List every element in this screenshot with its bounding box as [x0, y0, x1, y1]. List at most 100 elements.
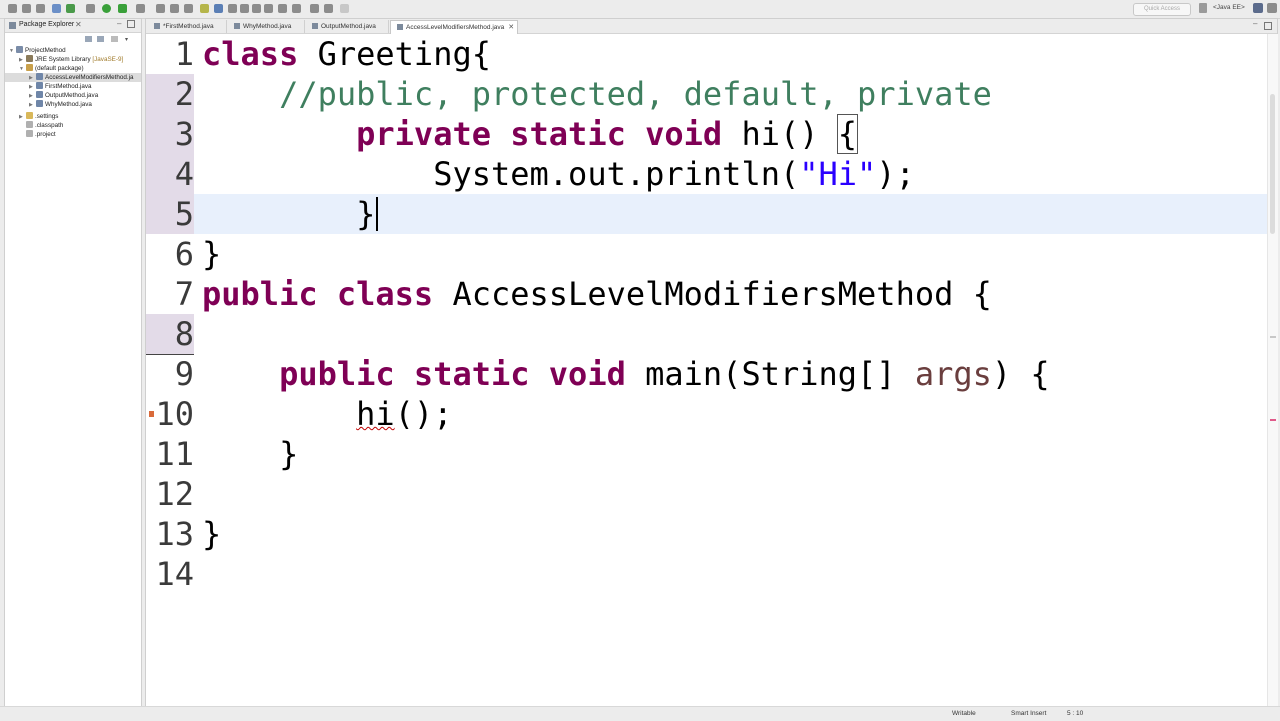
code-line[interactable]: 9 public static void main(String[] args)…: [146, 354, 1267, 394]
external-tools-icon[interactable]: [66, 4, 75, 13]
quick-access-input[interactable]: Quick Access: [1133, 3, 1191, 16]
collapsed-icon[interactable]: ▶: [29, 101, 36, 110]
pilcrow-icon[interactable]: [264, 4, 273, 13]
minimize-icon[interactable]: –: [117, 19, 121, 28]
tree-item-default-package[interactable]: ▼ (default package): [19, 64, 84, 73]
tree-item-accesslevel[interactable]: ▶ AccessLevelModifiersMethod.ja: [5, 73, 141, 82]
code-line[interactable]: 2 //public, protected, default, private: [146, 74, 1267, 114]
java-file-icon: [36, 100, 43, 107]
expanded-icon[interactable]: ▼: [9, 47, 16, 56]
new-java-icon[interactable]: [136, 4, 145, 13]
pin-icon[interactable]: [340, 4, 349, 13]
package-explorer-title[interactable]: Package Explorer: [19, 21, 74, 28]
code-line[interactable]: 6 }: [146, 234, 1267, 274]
tab-label: *FirstMethod.java: [163, 23, 214, 30]
overview-marker[interactable]: [1270, 336, 1276, 338]
tree-item-jre[interactable]: ▶ JRE System Library [JavaSE-9]: [19, 55, 123, 64]
close-tab-icon[interactable]: ✕: [508, 24, 514, 31]
java-ee-perspective-icon[interactable]: [1253, 3, 1263, 13]
toggle-breadcrumb-icon[interactable]: [228, 4, 237, 13]
new-icon[interactable]: [8, 4, 17, 13]
writable-status: Writable: [952, 710, 976, 717]
debug-icon[interactable]: [52, 4, 61, 13]
save-icon[interactable]: [22, 4, 31, 13]
error-overview-marker[interactable]: [1270, 419, 1276, 421]
whitespace-icon[interactable]: [252, 4, 261, 13]
close-icon[interactable]: ✕: [75, 20, 82, 29]
view-menu-icon[interactable]: ▾: [125, 36, 132, 43]
code-text[interactable]: public class AccessLevelModifiersMethod …: [202, 274, 992, 314]
code-editor[interactable]: 1 class Greeting{ 2 //public, protected,…: [146, 34, 1277, 707]
code-text[interactable]: class Greeting{: [202, 34, 491, 74]
code-text[interactable]: public static void main(String[] args) {: [202, 354, 1050, 394]
link-editor-icon[interactable]: [97, 36, 104, 42]
next-annotation-icon[interactable]: [278, 4, 287, 13]
code-line[interactable]: 13 }: [146, 514, 1267, 554]
code-text[interactable]: }: [202, 234, 221, 274]
annotation-icon[interactable]: [200, 4, 209, 13]
tab-outputmethod[interactable]: OutputMethod.java: [306, 20, 389, 33]
tab-firstmethod[interactable]: *FirstMethod.java: [148, 20, 227, 33]
code-line[interactable]: 11 }: [146, 434, 1267, 474]
tab-label: WhyMethod.java: [243, 23, 292, 30]
java-perspective-icon[interactable]: [1267, 3, 1277, 13]
error-underline[interactable]: hi: [356, 395, 395, 433]
code-text[interactable]: hi();: [202, 394, 452, 434]
block-select-icon[interactable]: [240, 4, 249, 13]
perspective-label[interactable]: <Java EE>: [1213, 4, 1245, 11]
debug-run-icon[interactable]: [86, 4, 95, 13]
open-perspective-icon[interactable]: [1199, 3, 1207, 13]
tree-item-project-file[interactable]: .project: [26, 130, 56, 139]
vertical-scrollbar[interactable]: [1267, 34, 1278, 707]
collapse-all-icon[interactable]: [85, 36, 92, 42]
code-line[interactable]: 1 class Greeting{: [146, 34, 1267, 74]
mark-occurrences-icon[interactable]: [214, 4, 223, 13]
current-code-line[interactable]: 5 }: [146, 194, 1267, 234]
minimize-icon[interactable]: –: [1253, 19, 1257, 28]
code-line[interactable]: 7 public class AccessLevelModifiersMetho…: [146, 274, 1267, 314]
code-text[interactable]: //public, protected, default, private: [202, 74, 992, 114]
search-icon[interactable]: [184, 4, 193, 13]
tab-whymethod[interactable]: WhyMethod.java: [228, 20, 305, 33]
code-text[interactable]: private static void hi() {: [202, 114, 859, 154]
code-text[interactable]: }: [202, 194, 379, 234]
run-icon[interactable]: [102, 4, 111, 13]
tab-label: AccessLevelModifiersMethod.java: [406, 24, 505, 31]
package-explorer-header: Package Explorer ✕ –: [5, 19, 141, 33]
code-text[interactable]: }: [202, 514, 221, 554]
collapsed-icon[interactable]: ▶: [19, 113, 26, 122]
coverage-icon[interactable]: [118, 4, 127, 13]
code-text[interactable]: }: [202, 434, 298, 474]
maximize-icon[interactable]: [127, 20, 135, 28]
tree-item-firstmethod[interactable]: ▶ FirstMethod.java: [29, 82, 92, 91]
line-number: 12: [155, 475, 194, 513]
code-line[interactable]: 14: [146, 554, 1267, 594]
java-file-icon: [36, 91, 43, 98]
code-text[interactable]: System.out.println("Hi");: [202, 154, 915, 194]
tree-item-label: OutputMethod.java: [45, 92, 99, 99]
java-file-icon: [397, 24, 403, 30]
maximize-icon[interactable]: [1264, 22, 1272, 30]
tree-item-settings[interactable]: ▶ .settings: [19, 112, 58, 121]
tree-item-whymethod[interactable]: ▶ WhyMethod.java: [29, 100, 92, 109]
code-line[interactable]: 4 System.out.println("Hi");: [146, 154, 1267, 194]
forward-icon[interactable]: [324, 4, 333, 13]
code-line[interactable]: 8: [146, 314, 1267, 355]
code-line[interactable]: 10 hi();: [146, 394, 1267, 434]
tools-icon[interactable]: [36, 4, 45, 13]
tree-item-label: .settings: [35, 113, 59, 120]
prev-annotation-icon[interactable]: [292, 4, 301, 13]
scrollbar-thumb[interactable]: [1270, 94, 1275, 234]
tree-item-outputmethod[interactable]: ▶ OutputMethod.java: [29, 91, 98, 100]
tree-item-classpath[interactable]: .classpath: [26, 121, 63, 130]
tree-item-label: (default package): [35, 65, 84, 72]
tree-item-project[interactable]: ▼ ProjectMethod: [9, 46, 66, 55]
open-type-icon[interactable]: [156, 4, 165, 13]
code-line[interactable]: 12: [146, 474, 1267, 514]
focus-icon[interactable]: [111, 36, 118, 42]
open-package-icon[interactable]: [170, 4, 179, 13]
back-icon[interactable]: [310, 4, 319, 13]
xml-file-icon: [26, 130, 33, 137]
tab-accesslevelmodifiersmethod[interactable]: AccessLevelModifiersMethod.java ✕: [390, 20, 518, 34]
code-line[interactable]: 3 private static void hi() {: [146, 114, 1267, 154]
